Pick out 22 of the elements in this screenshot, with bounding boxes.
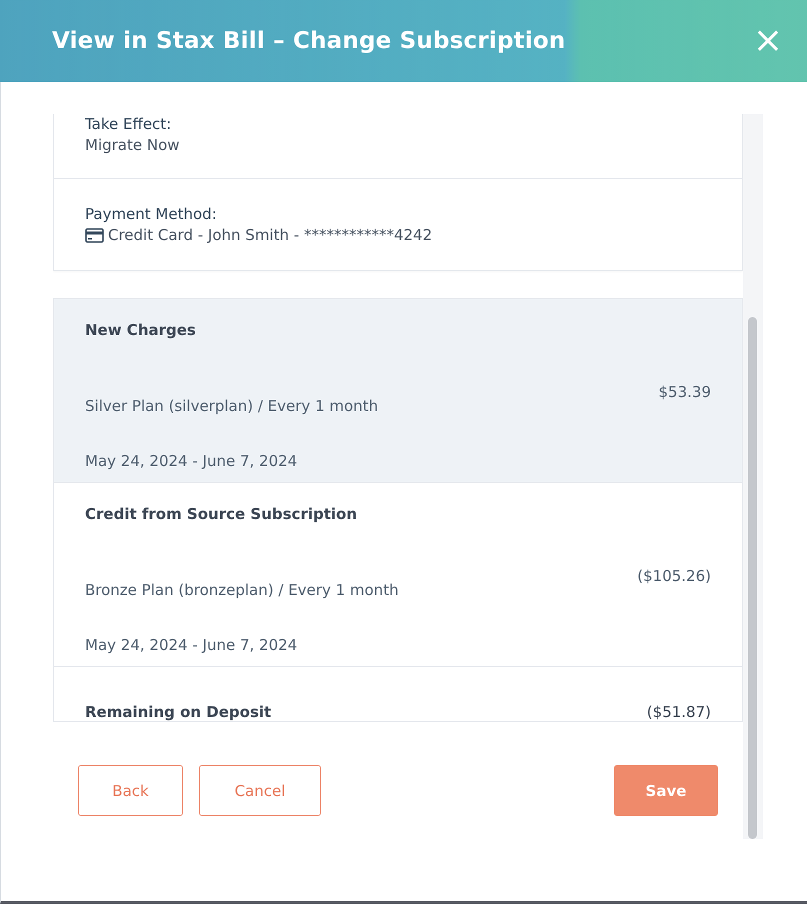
scrollbar[interactable]	[743, 114, 763, 839]
window-title: View in Stax Bill – Change Subscription	[52, 28, 566, 54]
field-value: Credit Card - John Smith - ************4242	[108, 224, 432, 246]
plan-description: Bronze Plan (bronzeplan) / Every 1 month	[85, 581, 400, 602]
billing-period: May 24, 2024 - June 7, 2024	[85, 452, 298, 472]
field-label: Payment Method:	[85, 204, 218, 224]
scrollbar-thumb[interactable]	[748, 317, 757, 839]
field-label: Take Effect:	[85, 114, 172, 135]
outline-button[interactable]: Cancel	[199, 765, 321, 816]
section-heading: New Charges	[85, 321, 197, 341]
billing-period: May 24, 2024 - June 7, 2024	[85, 636, 298, 656]
outline-button[interactable]: Back	[78, 765, 183, 816]
section-heading: Credit from Source Subscription	[85, 505, 358, 525]
field-value: Migrate Now	[85, 135, 180, 156]
close-button[interactable]: ×	[750, 23, 785, 59]
section-heading: Remaining on Deposit	[85, 703, 272, 721]
charge-amount: $53.39	[658, 383, 711, 404]
charge-amount: ($105.26)	[637, 567, 711, 588]
deposit-amount: ($51.87)	[646, 703, 711, 721]
save-button[interactable]: Save	[614, 765, 718, 816]
credit-card-icon	[85, 228, 104, 242]
plan-description: Silver Plan (silverplan) / Every 1 month	[85, 397, 380, 418]
